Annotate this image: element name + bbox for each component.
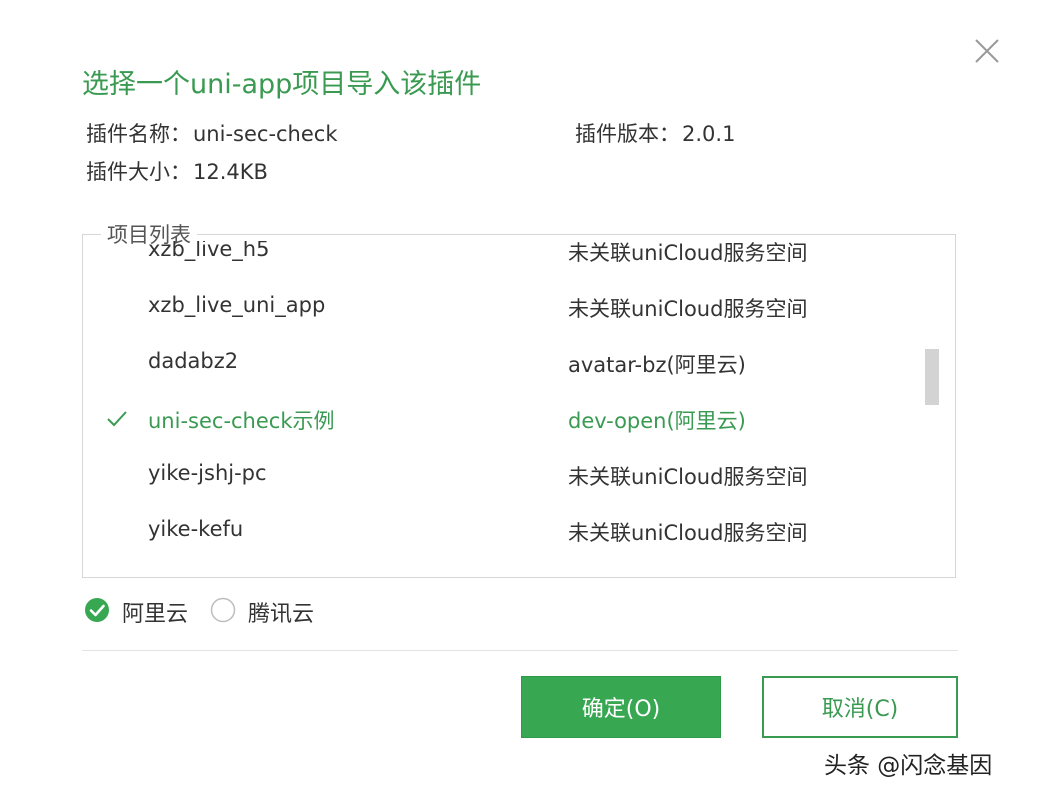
radio-unchecked-icon xyxy=(210,597,236,623)
cancel-button[interactable]: 取消(C) xyxy=(762,676,958,738)
project-cloud-space: 未关联uniCloud服务空间 xyxy=(568,297,808,321)
project-row[interactable]: xzb_live_h5 未关联uniCloud服务空间 xyxy=(83,241,943,279)
dialog-title: 选择一个uni-app项目导入该插件 xyxy=(82,69,482,100)
project-row[interactable]: xzb_live_uni_app 未关联uniCloud服务空间 xyxy=(83,279,943,335)
ok-button[interactable]: 确定(O) xyxy=(521,676,721,738)
plugin-version-value: 2.0.1 xyxy=(682,122,736,146)
watermark: 头条 @闪念基因 xyxy=(824,753,993,779)
footer-divider xyxy=(82,650,958,651)
close-button[interactable] xyxy=(968,32,1006,70)
plugin-name-value: uni-sec-check xyxy=(193,122,338,146)
plugin-version-info: 插件版本：2.0.1 xyxy=(575,118,735,148)
project-row[interactable]: yike-kefu 未关联uniCloud服务空间 xyxy=(83,503,943,559)
project-row[interactable]: yike-jshj-pc 未关联uniCloud服务空间 xyxy=(83,447,943,503)
radio-tencent-label: 腾讯云 xyxy=(248,602,315,627)
radio-aliyun-label: 阿里云 xyxy=(122,602,189,627)
project-cloud-space: avatar-bz(阿里云) xyxy=(568,353,746,377)
scrollbar-thumb[interactable] xyxy=(925,349,939,405)
project-name: dadabz2 xyxy=(148,349,239,373)
checkmark-icon xyxy=(107,411,127,427)
project-name: yike-jshj-pc xyxy=(148,461,267,485)
project-name: xzb_live_h5 xyxy=(148,241,270,261)
project-list-group: 项目列表 xzb_live_h5 未关联uniCloud服务空间 xzb_live_… xyxy=(82,219,956,578)
close-icon xyxy=(975,39,999,63)
project-cloud-space: 未关联uniCloud服务空间 xyxy=(568,241,808,265)
plugin-name-label: 插件名称： xyxy=(86,122,191,146)
project-name: uni-sec-check示例 xyxy=(148,409,335,433)
project-cloud-space: 未关联uniCloud服务空间 xyxy=(568,521,808,545)
radio-checked-icon xyxy=(85,598,109,622)
plugin-size-info: 插件大小：12.4KB xyxy=(86,156,268,186)
project-cloud-space: 未关联uniCloud服务空间 xyxy=(568,465,808,489)
project-name: xzb_live_uni_app xyxy=(148,293,326,317)
import-plugin-dialog: 选择一个uni-app项目导入该插件 插件名称：uni-sec-check 插件… xyxy=(0,0,1040,800)
plugin-size-label: 插件大小： xyxy=(86,160,191,184)
plugin-version-label: 插件版本： xyxy=(575,122,680,146)
project-row[interactable]: uni-sec-check示例 dev-open(阿里云) xyxy=(83,391,943,447)
project-cloud-space: dev-open(阿里云) xyxy=(568,409,746,433)
project-list[interactable]: xzb_live_h5 未关联uniCloud服务空间 xzb_live_uni_a… xyxy=(83,241,943,573)
project-row[interactable]: dadabz2 avatar-bz(阿里云) xyxy=(83,335,943,391)
plugin-size-value: 12.4KB xyxy=(193,160,268,184)
plugin-name-info: 插件名称：uni-sec-check xyxy=(86,118,338,148)
project-name: yike-kefu xyxy=(148,517,244,541)
